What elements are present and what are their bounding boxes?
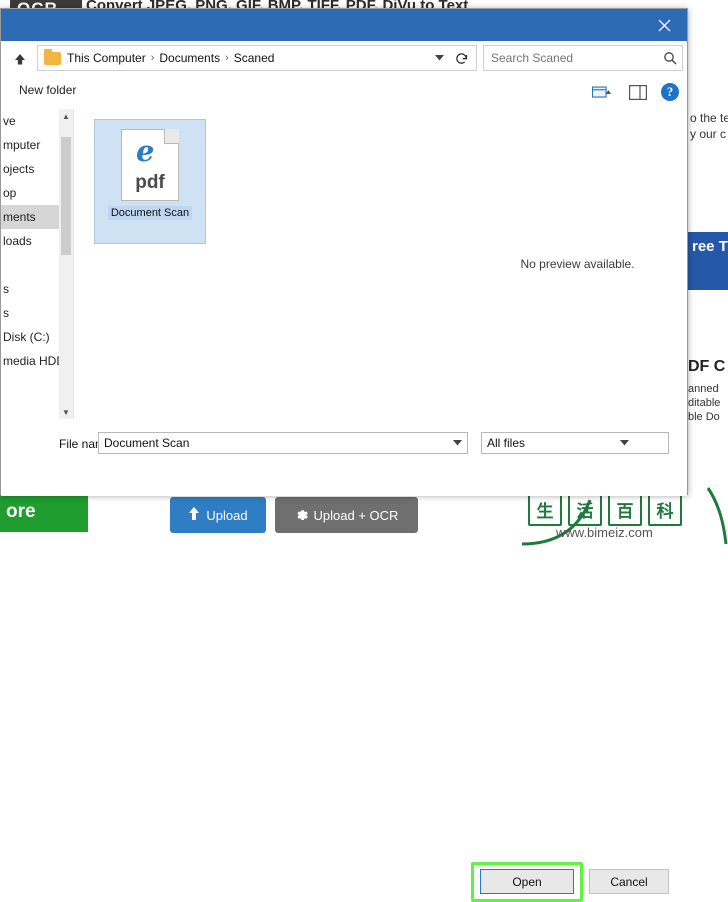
dialog-navigation-bar: This Computer › Documents › Scaned: [1, 41, 687, 77]
watermark-characters: 生 活 百 科: [528, 492, 682, 526]
file-type-chevron-down-icon[interactable]: [575, 433, 668, 453]
background-right-body-2: ditable: [688, 397, 721, 409]
chevron-down-icon[interactable]: [430, 46, 448, 70]
pdf-file-icon: e pdf: [121, 129, 179, 201]
watermark-char-2: 活: [568, 492, 602, 526]
background-right-body: anned ditable ble Do: [688, 382, 728, 424]
file-item-label: Document Scan: [107, 206, 193, 220]
background-right-body-3: ble Do: [688, 411, 720, 423]
nav-item-0[interactable]: ve: [1, 109, 59, 133]
file-list-pane[interactable]: e pdf Document Scan: [74, 109, 466, 419]
watermark-char-4: 科: [648, 492, 682, 526]
background-right-heading: DF C: [688, 358, 726, 375]
search-icon: [658, 51, 682, 65]
file-open-dialog: This Computer › Documents › Scaned Searc…: [0, 8, 688, 902]
close-icon[interactable]: [641, 9, 687, 41]
file-name-combobox[interactable]: [98, 432, 468, 454]
nav-item-4[interactable]: ments: [1, 205, 59, 229]
gear-icon: [295, 507, 308, 523]
nav-item-1[interactable]: mputer: [1, 133, 59, 157]
file-name-input[interactable]: [99, 435, 447, 451]
file-type-value: All files: [487, 436, 526, 450]
help-icon[interactable]: ?: [661, 83, 679, 101]
nav-item-5[interactable]: loads: [1, 229, 59, 253]
page-fold-icon: [164, 129, 179, 144]
nav-item-8[interactable]: s: [1, 301, 59, 325]
upload-ocr-button[interactable]: Upload + OCR: [275, 497, 418, 533]
breadcrumb-item-2[interactable]: Scaned: [234, 51, 275, 65]
dialog-toolbar: New folder ?: [1, 77, 687, 110]
upload-ocr-button-label: Upload + OCR: [313, 507, 399, 523]
search-box[interactable]: [483, 45, 683, 71]
background-green-button[interactable]: ore: [0, 492, 88, 532]
toolbar-right-group: ?: [589, 81, 679, 103]
nav-item-9[interactable]: Disk (C:): [1, 325, 59, 349]
background-blue-promo: ree T: [688, 232, 728, 290]
dialog-body: ve mputer ojects op ments loads s s Disk…: [1, 109, 687, 419]
file-name-chevron-down-icon[interactable]: [447, 433, 467, 453]
new-folder-button[interactable]: New folder: [19, 83, 76, 97]
nav-item-6[interactable]: [1, 253, 59, 277]
file-type-combobox[interactable]: All files: [481, 432, 669, 454]
dialog-title-bar: [1, 9, 687, 41]
breadcrumb-item-0[interactable]: This Computer: [67, 51, 146, 65]
breadcrumb-separator-1: ›: [225, 52, 229, 64]
navigation-pane-scrollbar[interactable]: ▲ ▼: [59, 109, 74, 419]
upload-arrow-icon: [188, 507, 200, 523]
scroll-down-icon[interactable]: ▼: [59, 405, 73, 419]
refresh-icon[interactable]: [451, 46, 471, 70]
background-right-line-2: y our c: [690, 127, 727, 141]
background-right-line-1: o the te: [690, 111, 728, 125]
watermark-char-1: 生: [528, 492, 562, 526]
pdf-badge-label: pdf: [135, 172, 165, 193]
breadcrumb-separator-0: ›: [150, 52, 155, 64]
breadcrumb[interactable]: This Computer › Documents › Scaned: [37, 45, 477, 71]
preview-pane: No preview available.: [466, 109, 689, 419]
background-right-body-1: anned: [688, 383, 719, 395]
watermark-char-3: 百: [608, 492, 642, 526]
nav-item-2[interactable]: ojects: [1, 157, 59, 181]
folder-icon: [44, 48, 61, 65]
scrollbar-thumb[interactable]: [61, 137, 71, 255]
cancel-button[interactable]: Cancel: [589, 869, 669, 894]
nav-item-3[interactable]: op: [1, 181, 59, 205]
open-button[interactable]: Open: [480, 869, 574, 894]
breadcrumb-item-1[interactable]: Documents: [159, 51, 220, 65]
nav-item-10[interactable]: media HDD: [1, 349, 59, 373]
search-input[interactable]: [484, 50, 658, 66]
nav-item-7[interactable]: s: [1, 277, 59, 301]
upload-button[interactable]: Upload: [170, 497, 266, 533]
up-arrow-icon[interactable]: [7, 47, 33, 71]
file-item-document-scan[interactable]: e pdf Document Scan: [94, 119, 206, 244]
view-layout-icon[interactable]: [589, 81, 615, 103]
preview-pane-icon[interactable]: [625, 81, 651, 103]
upload-button-label: Upload: [206, 507, 248, 523]
watermark-url: www.bimeiz.com: [556, 525, 653, 540]
preview-message: No preview available.: [520, 257, 635, 271]
navigation-pane: ve mputer ojects op ments loads s s Disk…: [1, 109, 60, 419]
scroll-up-icon[interactable]: ▲: [59, 109, 73, 123]
dialog-footer: File name: All files Open Cancel: [1, 421, 687, 902]
edge-browser-glyph: e: [136, 134, 155, 168]
